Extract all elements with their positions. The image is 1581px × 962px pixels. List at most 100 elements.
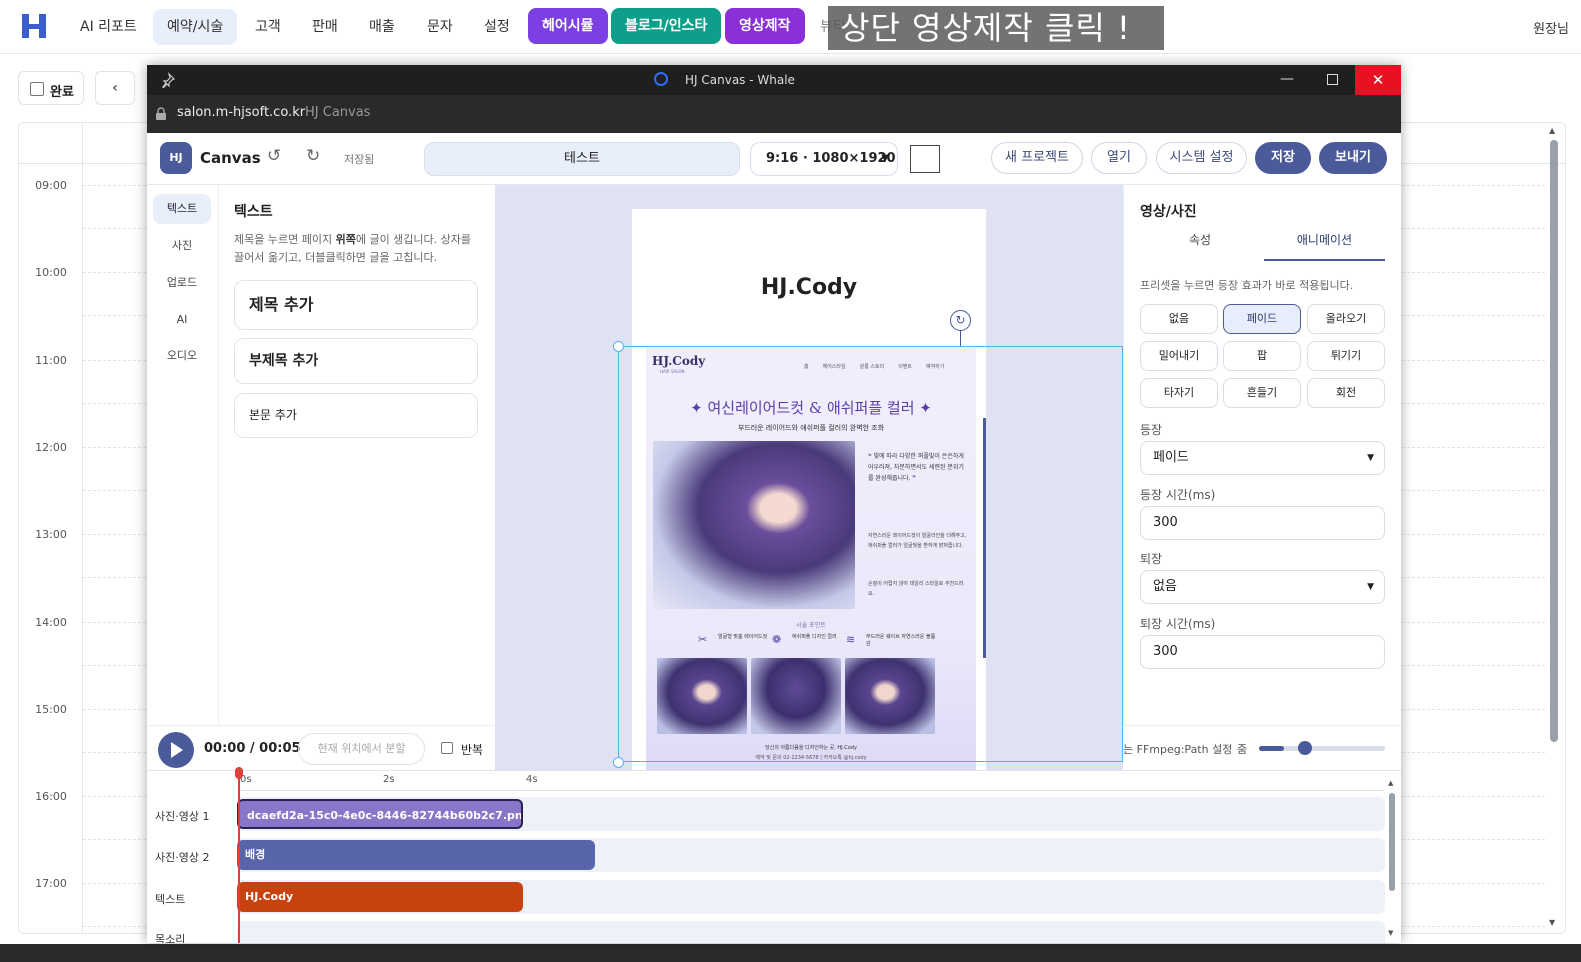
canvas-stage[interactable]: HJ.Cody HJ.Cody HAIR SALON 홈 헤어스타일 살롱 스토리 이… [495,185,1123,770]
loop-checkbox[interactable] [441,742,453,754]
url-text[interactable]: salon.m-hjsoft.co.kr [177,105,305,120]
preset-typewriter[interactable]: 타자기 [1140,378,1218,408]
exit-select[interactable]: 없음 ▼ [1140,570,1385,604]
nav-revenue[interactable]: 매출 [355,9,409,45]
new-project-button[interactable]: 새 프로젝트 [991,142,1083,174]
redo-icon[interactable]: ↻ [306,146,320,166]
pin-icon[interactable] [160,72,176,88]
zoom-bar: 는 FFmpeg:Path 설정 줌 [1123,725,1401,770]
preset-push[interactable]: 밀어내기 [1140,341,1218,371]
timeline-scroll-thumb[interactable] [1389,793,1395,891]
time-label: 12:00 [35,440,67,454]
done-checkbox[interactable] [30,82,44,96]
text-panel-help: 제목을 누르면 페이지 위쪽에 글이 생깁니다. 상자를 끌어서 옮기고, 더블… [234,233,472,264]
playhead-handle[interactable] [235,767,243,779]
maximize-icon[interactable] [1327,74,1338,85]
preset-fade[interactable]: 페이드 [1223,304,1301,334]
exit-time-input[interactable]: 300 [1140,635,1385,669]
tab-animation[interactable]: 애니메이션 [1264,231,1385,261]
app-name: Canvas [200,149,261,167]
blog-insta-button[interactable]: 블로그/인스타 [611,8,722,44]
tool-photo[interactable]: 사진 [153,231,211,261]
open-button[interactable]: 열기 [1091,142,1147,174]
enter-select[interactable]: 페이드 ▼ [1140,441,1385,475]
undo-icon[interactable]: ↺ [267,146,281,166]
track-name: 사진·영상 1 [155,810,210,823]
add-subtitle-button[interactable]: 부제목 추가 [234,338,478,384]
nav-sales[interactable]: 판매 [298,9,352,45]
loop-label: 반복 [461,743,484,757]
document-name-input[interactable]: 테스트 [424,142,740,176]
zoom-slider[interactable] [1259,741,1385,755]
track-lane[interactable]: dcaefd2a-15c0-4e0c-8446-82744b60b2c7.png [237,797,1385,831]
playhead[interactable] [238,771,240,943]
nav-sms[interactable]: 문자 [413,9,467,45]
tool-upload[interactable]: 업로드 [153,268,211,298]
chevron-down-icon: ▼ [1367,453,1374,463]
heading-text[interactable]: HJ.Cody [632,275,986,300]
ratio-select[interactable]: 9:16 · 1080×1920 ▼ [750,142,898,176]
preset-none[interactable]: 없음 [1140,304,1218,334]
nav-reservation[interactable]: 예약/시술 [153,9,238,45]
resize-handle-bl[interactable] [613,757,624,768]
calendar-scrollbar[interactable]: ▲ ▼ [1548,126,1560,927]
tab-properties[interactable]: 속성 [1140,231,1260,261]
preset-slide-up[interactable]: 올라오기 [1307,304,1385,334]
close-icon[interactable]: ✕ [1355,65,1401,95]
system-settings-button[interactable]: 시스템 설정 [1156,142,1247,174]
ffmpeg-note: 는 FFmpeg:Path 설정 [1123,743,1233,756]
play-button[interactable] [158,732,194,768]
preset-hint: 프리셋을 누르면 등장 효과가 바로 적용됩니다. [1140,279,1354,292]
tool-text[interactable]: 텍스트 [153,194,211,224]
timeline-ruler[interactable]: 0s 2s 4s [237,771,1385,791]
enter-time-label: 등장 시간(ms) [1140,488,1216,502]
selection-box[interactable] [618,346,1123,762]
nav-customer[interactable]: 고객 [241,9,295,45]
add-body-button[interactable]: 본문 추가 [234,393,478,438]
app-logo[interactable] [18,10,50,42]
enter-time-input[interactable]: 300 [1140,506,1385,540]
done-toggle[interactable]: 완료 [18,71,84,105]
done-label: 완료 [50,85,74,100]
timeline-scrollbar[interactable]: ▲ ▼ [1388,779,1396,939]
resize-handle-tl[interactable] [613,341,624,352]
track-lane[interactable] [237,921,1385,943]
tool-audio[interactable]: 오디오 [153,341,211,371]
timeline-clip[interactable]: dcaefd2a-15c0-4e0c-8446-82744b60b2c7.png [237,799,523,829]
track-name: 목소리 [155,933,186,943]
video-make-button[interactable]: 영상제작 [725,8,805,44]
nav-ai-report[interactable]: AI 리포트 [66,9,151,45]
preset-bounce[interactable]: 튀기기 [1307,341,1385,371]
url-page-title: HJ Canvas [305,105,371,120]
play-icon [171,742,183,758]
time-label: 15:00 [35,702,67,716]
preset-pop[interactable]: 팝 [1223,341,1301,371]
whale-icon [654,72,668,86]
track-lane[interactable]: 배경 [237,838,1385,872]
hair-sim-button[interactable]: 헤어시뮬 [528,8,608,44]
zoom-slider-knob[interactable] [1298,741,1313,755]
rotate-icon[interactable]: ↻ [950,310,971,331]
timeline-clip[interactable]: HJ.Cody [237,882,523,912]
tool-ai[interactable]: AI [153,305,211,335]
preset-rotate[interactable]: 회전 [1307,378,1385,408]
chevron-down-icon: ▼ [881,153,889,164]
tutorial-caption: 상단 영상제작 클릭 ! [828,6,1164,50]
split-button[interactable]: 현재 위치에서 분할 [298,733,425,765]
canvas-scroll-thumb[interactable] [983,418,986,658]
minimize-icon[interactable]: — [1280,71,1294,87]
background-color-swatch[interactable] [910,145,940,173]
add-title-button[interactable]: 제목 추가 [234,280,478,330]
save-button[interactable]: 저장 [1255,142,1311,174]
prev-day-button[interactable]: ‹ [95,71,135,105]
exit-label: 퇴장 [1140,552,1163,566]
preset-shake[interactable]: 흔들기 [1223,378,1301,408]
send-button[interactable]: 보내기 [1319,142,1387,174]
address-bar[interactable]: salon.m-hjsoft.co.kr HJ Canvas [147,95,1401,133]
calendar-scroll-thumb[interactable] [1550,140,1558,742]
timeline-clip[interactable]: 배경 [237,840,595,870]
exit-time-label: 퇴장 시간(ms) [1140,617,1216,631]
user-name[interactable]: 원장님 [1533,18,1569,37]
track-lane[interactable]: HJ.Cody [237,880,1385,914]
nav-settings[interactable]: 설정 [470,9,524,45]
